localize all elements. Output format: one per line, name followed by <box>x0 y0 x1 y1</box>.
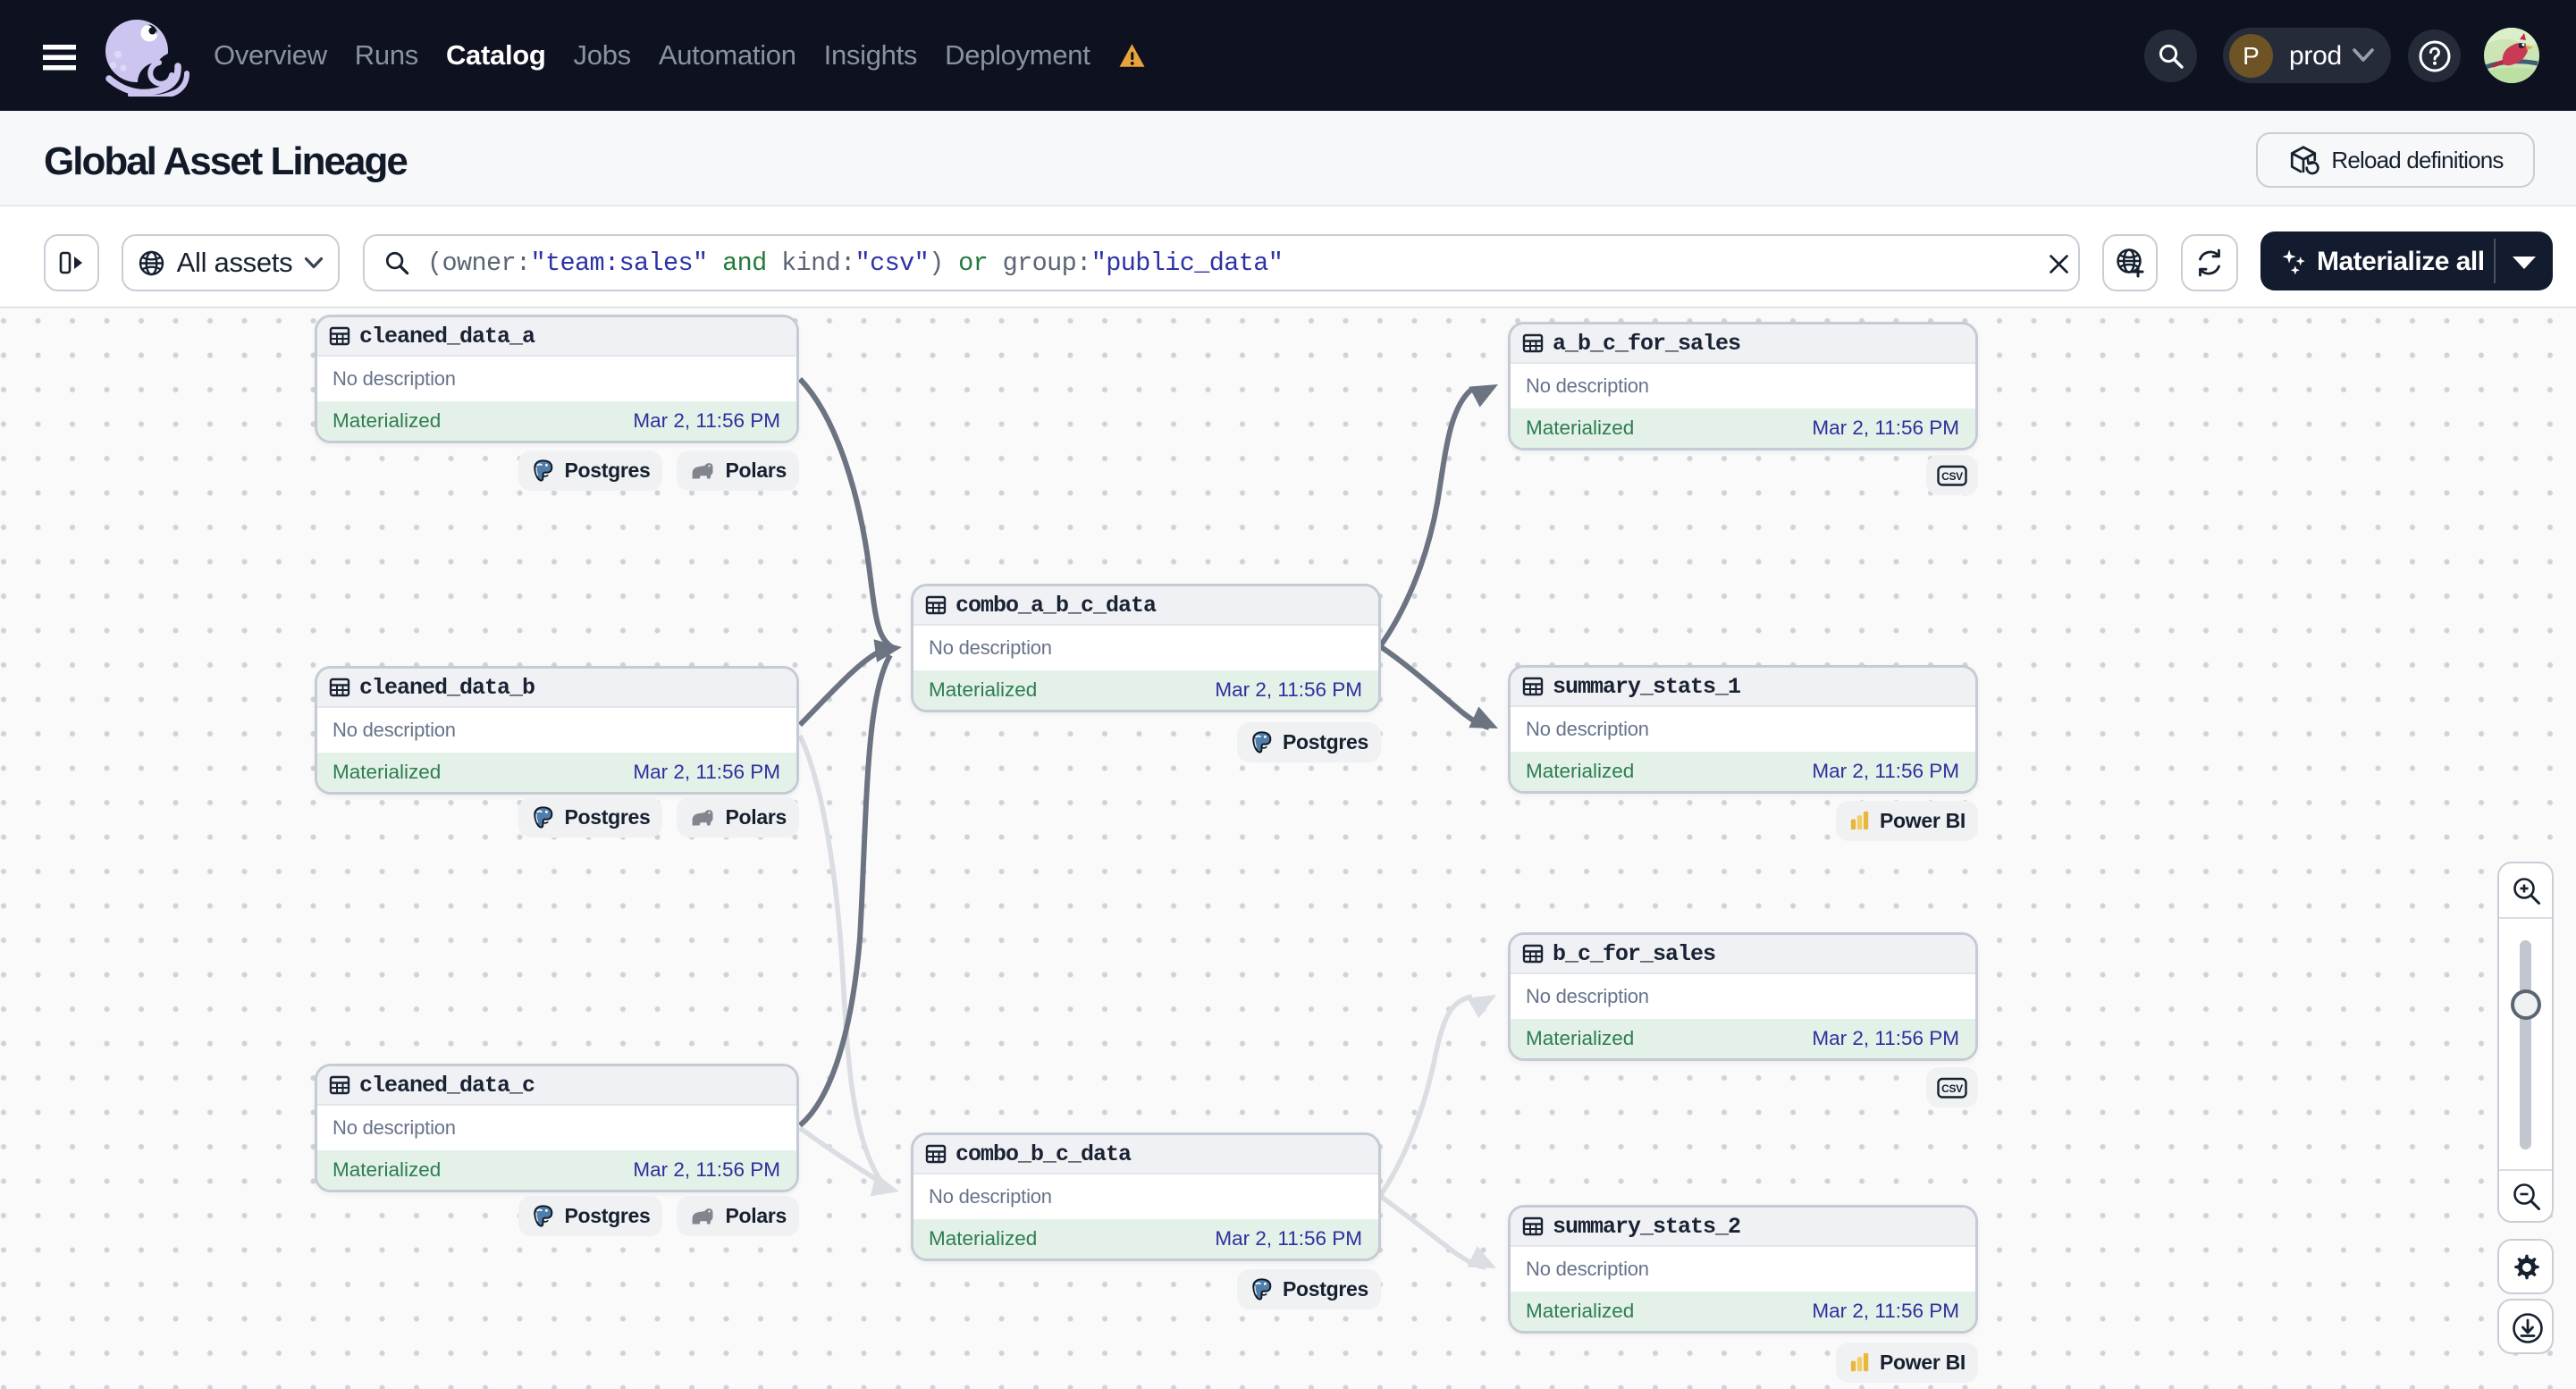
svg-text:CSV: CSV <box>1941 1082 1963 1095</box>
svg-text:CSV: CSV <box>1941 470 1963 483</box>
